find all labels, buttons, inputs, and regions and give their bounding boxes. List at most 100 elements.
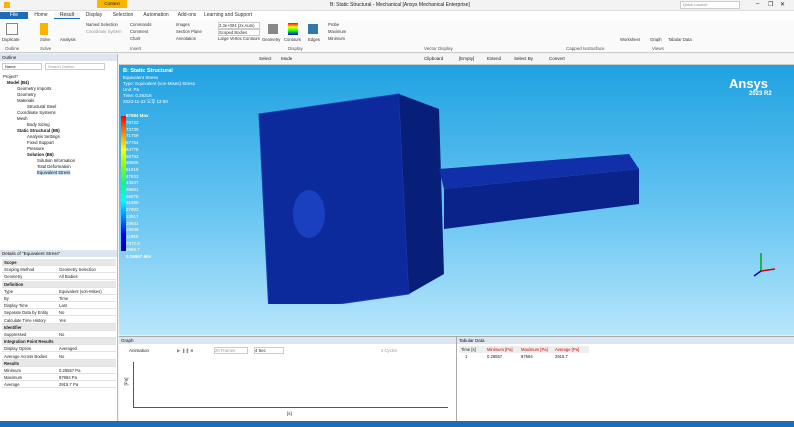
tab-display[interactable]: Display: [80, 12, 108, 19]
minimize-icon[interactable]: –: [756, 1, 759, 7]
tree-item-geometry-imports[interactable]: Geometry Imports: [17, 86, 51, 91]
geometry-button[interactable]: Geometry: [262, 37, 280, 42]
name-filter-dropdown[interactable]: Name: [2, 63, 42, 70]
tree-item-materials[interactable]: Materials: [17, 98, 34, 103]
select-button[interactable]: Select: [259, 56, 272, 61]
tree-item-total-deformation[interactable]: Total Deformation: [37, 164, 71, 169]
clipboard-button[interactable]: Clipboard: [424, 56, 443, 61]
quick-launch-input[interactable]: Quick Launch: [680, 1, 740, 9]
model-geometry[interactable]: [199, 74, 679, 304]
details-row[interactable]: Separate Data by Entity No: [2, 309, 116, 317]
coordinate-system-button[interactable]: Coordinate System: [86, 29, 122, 34]
details-row[interactable]: Average Across Bodies No: [2, 353, 116, 360]
details-row-label: Display Option: [4, 346, 32, 352]
details-row[interactable]: Results: [2, 359, 116, 367]
tree-item-project[interactable]: Project*: [3, 74, 18, 79]
details-row-label: Minimum: [4, 368, 21, 373]
animation-label: Animation: [129, 348, 150, 353]
tabular-data-button[interactable]: Tabular Data: [668, 37, 692, 42]
select-by-button[interactable]: Select By: [514, 56, 533, 61]
details-row[interactable]: Identifier: [2, 323, 116, 331]
tree-item-analysis-settings[interactable]: Analysis Settings: [27, 134, 60, 139]
scale-dropdown[interactable]: 3.3e+004 (2x Auto): [218, 22, 260, 29]
legend-value: 11959: [126, 233, 139, 239]
details-row[interactable]: Scope: [2, 259, 116, 266]
details-row[interactable]: Definition: [2, 280, 116, 288]
scoped-bodies-dropdown[interactable]: Scoped Bodies: [218, 29, 260, 36]
tab-home[interactable]: Home: [28, 12, 54, 19]
details-row[interactable]: Display Option Averaged: [2, 345, 116, 353]
frames-dropdown[interactable]: 20 Frames: [214, 347, 248, 354]
empty-button[interactable]: [Empty]: [459, 56, 474, 61]
worksheet-button[interactable]: Worksheet: [620, 37, 640, 42]
tree-item-structural-steel[interactable]: Structural Steel: [27, 104, 56, 109]
probe-button[interactable]: Probe: [328, 22, 339, 27]
details-row[interactable]: Display Time Last: [2, 302, 116, 310]
extend-button[interactable]: Extend: [487, 56, 501, 61]
tree-item-static-structural[interactable]: Static Structural (B5): [17, 128, 60, 133]
named-selection-button[interactable]: Named Selection: [86, 22, 118, 27]
details-row[interactable]: Scoping Method Geometry Selection: [2, 266, 116, 274]
details-row[interactable]: Geometry All Bodies: [2, 273, 116, 281]
minimum-button[interactable]: Minimum: [328, 36, 345, 41]
details-row[interactable]: Minimum 0.26557 Pa: [2, 367, 116, 374]
outline-search-input[interactable]: Search Outline: [45, 63, 105, 70]
details-row[interactable]: Calculate Time History Yes: [2, 317, 116, 324]
tree-item-geometry[interactable]: Geometry: [17, 92, 36, 97]
maximum-button[interactable]: Maximum: [328, 29, 346, 34]
section-plane-button[interactable]: Section Plane: [176, 29, 202, 34]
tree-item-pressure[interactable]: Pressure: [27, 146, 44, 151]
tree-item-fixed-support[interactable]: Fixed Support: [27, 140, 54, 145]
tab-learning[interactable]: Learning and Support: [200, 12, 256, 19]
chart-button[interactable]: Chart: [130, 36, 140, 41]
tab-addons[interactable]: Add-ons: [174, 12, 200, 19]
edges-button[interactable]: Edges: [308, 37, 320, 42]
details-row[interactable]: Average 2915.7 Pa: [2, 381, 116, 389]
ribbon-tabs: File Home Result Display Selection Autom…: [0, 11, 794, 20]
commands-button[interactable]: Commands: [130, 22, 151, 27]
views-group-label: Views: [652, 46, 664, 51]
details-row-value: Time: [59, 296, 69, 301]
tree-item-coordinate-systems[interactable]: Coordinate Systems: [17, 110, 56, 115]
duration-dropdown[interactable]: 4 Sec: [254, 347, 284, 354]
graph-button[interactable]: Graph: [650, 37, 662, 42]
display-group-label: Display: [288, 46, 303, 51]
tree-item-model[interactable]: Model (B4): [7, 80, 29, 85]
details-row[interactable]: Maximum 87684 Pa: [2, 374, 116, 382]
cell-maximum: 87684: [521, 354, 533, 359]
details-header: Details of "Equivalent Stress": [0, 250, 117, 257]
tree-item-body-sizing[interactable]: Body Sizing: [27, 122, 50, 127]
images-button[interactable]: Images: [176, 22, 190, 27]
legend-value: 27903: [126, 207, 139, 213]
contours-button[interactable]: Contours: [284, 37, 301, 42]
legend-value: 67764: [126, 140, 139, 146]
table-row[interactable]: 1 0.26557 87684 2915.7: [459, 353, 589, 360]
graphics-viewport[interactable]: Select Mode Clipboard [Empty] Extend Sel…: [119, 54, 794, 335]
tree-item-equivalent-stress[interactable]: Equivalent Stress: [37, 170, 71, 175]
tree-item-solution-information[interactable]: Solution Information: [37, 158, 75, 163]
convert-button[interactable]: Convert: [549, 56, 565, 61]
tree-item-mesh[interactable]: Mesh: [17, 116, 28, 121]
vertex-contours-button[interactable]: Large Vertex Contours: [218, 36, 260, 41]
solve-button[interactable]: Solve: [40, 37, 50, 42]
details-row[interactable]: Type Equivalent (von-Mises): [2, 288, 116, 295]
details-row-label: Integration Point Results: [4, 339, 54, 345]
tree-item-solution[interactable]: Solution (B6): [27, 152, 54, 157]
comment-button[interactable]: Comment: [130, 29, 148, 34]
status-bar: [0, 421, 794, 427]
analysis-button[interactable]: Analysis: [60, 37, 76, 42]
details-row[interactable]: Integration Point Results: [2, 338, 116, 346]
annotation-button[interactable]: Annotation: [176, 36, 196, 41]
details-row[interactable]: Suppressed No: [2, 331, 116, 338]
result-unit: Unit: Pa: [123, 87, 140, 92]
maximize-icon[interactable]: ❐: [768, 1, 773, 8]
mode-button[interactable]: Mode: [281, 56, 292, 61]
play-icon[interactable]: ▶ ❚❚ ■: [177, 348, 193, 354]
tab-file[interactable]: File: [0, 12, 28, 19]
close-icon[interactable]: ✕: [780, 1, 785, 8]
tab-result[interactable]: Result: [54, 12, 80, 19]
details-row[interactable]: By Time: [2, 295, 116, 302]
duplicate-button[interactable]: Duplicate: [2, 37, 19, 42]
tab-automation[interactable]: Automation: [138, 12, 174, 19]
tab-selection[interactable]: Selection: [108, 12, 138, 19]
